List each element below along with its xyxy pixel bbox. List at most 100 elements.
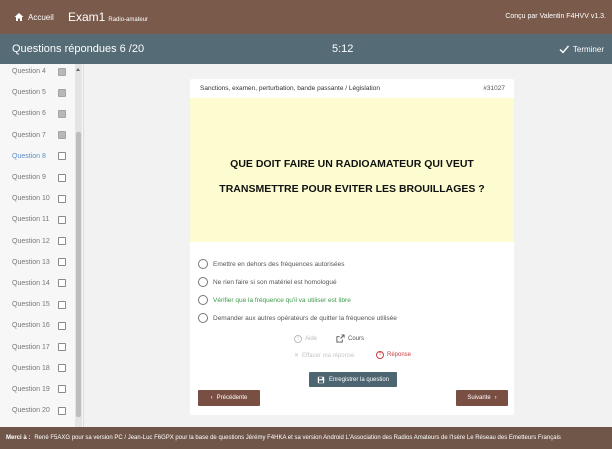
- finish-label: Terminer: [572, 44, 604, 54]
- course-link[interactable]: Cours: [336, 334, 364, 343]
- question-text: QUE DOIT FAIRE UN RADIOAMATEUR QUI VEUT …: [200, 152, 504, 202]
- answer-option-1[interactable]: Emettre en dehors des fréquences autoris…: [198, 255, 498, 273]
- author-credit: Conçu par Valentin F4HVV v1.3.: [505, 13, 606, 20]
- question-status-checkbox: [58, 88, 66, 97]
- question-status-checkbox: [58, 152, 66, 161]
- check-icon: [559, 45, 569, 54]
- question-status-checkbox: [58, 321, 66, 330]
- sidebar-question-label: Question 11: [12, 216, 50, 224]
- answer-text: Ne rien faire si son matériel est homolo…: [213, 278, 337, 286]
- question-status-checkbox: [58, 300, 66, 309]
- chevron-left-icon: ‹: [210, 395, 213, 401]
- save-question-button[interactable]: Enregistrer la question: [309, 372, 397, 387]
- sidebar-question-item[interactable]: Question 18: [0, 358, 74, 379]
- sidebar-question-label: Question 19: [12, 385, 50, 393]
- answer-option-4[interactable]: Demander aux autres opérateurs de quitte…: [198, 309, 498, 327]
- previous-label: Précédente: [216, 395, 248, 401]
- next-button[interactable]: Suivante ›: [456, 390, 508, 406]
- save-icon: [317, 376, 325, 383]
- save-label: Enregistrer la question: [328, 376, 390, 383]
- question-text-line-2: TRANSMETTRE POUR EVITER LES BROUILLAGES …: [219, 183, 485, 195]
- home-link[interactable]: Accueil: [14, 12, 54, 22]
- sidebar-question-label: Question 16: [12, 322, 50, 330]
- radio-button[interactable]: [198, 295, 208, 305]
- sidebar-question-item[interactable]: Question 20: [0, 400, 74, 421]
- question-sidebar: Question 4 Question 5 Question 6 Question 7…: [0, 64, 84, 427]
- question-card: Sanctions, examen, perturbation, bande p…: [190, 79, 514, 415]
- scrollbar-thumb[interactable]: [76, 132, 81, 417]
- show-answer-button[interactable]: ? Réponse: [376, 351, 411, 359]
- question-status-checkbox: [58, 215, 66, 224]
- question-box: QUE DOIT FAIRE UN RADIOAMATEUR QUI VEUT …: [190, 98, 514, 242]
- sidebar-question-item[interactable]: Question 6: [0, 103, 74, 124]
- sidebar-question-item[interactable]: Question 5: [0, 82, 74, 103]
- credits-line: Merci à : René F5AXG pour sa version PC /…: [6, 435, 561, 441]
- previous-button[interactable]: ‹ Précédente: [198, 390, 260, 406]
- question-number: #31027: [483, 85, 505, 92]
- sidebar-question-item[interactable]: Question 11: [0, 209, 74, 230]
- sidebar-question-item[interactable]: Question 7: [0, 125, 74, 146]
- question-status-checkbox: [58, 279, 66, 288]
- answer-list: Emettre en dehors des fréquences autoris…: [198, 255, 498, 327]
- app-subtitle: Radio-amateur: [108, 17, 149, 23]
- status-bar: Questions répondues 6 /20 5:12 Terminer: [0, 34, 612, 64]
- sidebar-question-item[interactable]: Question 9: [0, 167, 74, 188]
- home-label: Accueil: [28, 12, 54, 22]
- course-label: Cours: [348, 335, 365, 342]
- sidebar-question-label: Question 4: [12, 68, 46, 76]
- help-label: Aide: [305, 336, 318, 342]
- answer-option-3[interactable]: Vérifier que la fréquence qu'il va utili…: [198, 291, 498, 309]
- finish-button[interactable]: Terminer: [559, 44, 604, 54]
- sidebar-question-label: Question 12: [12, 237, 50, 245]
- sidebar-question-item[interactable]: Question 13: [0, 252, 74, 273]
- sidebar-question-item[interactable]: Question 17: [0, 336, 74, 357]
- help-button[interactable]: i Aide: [294, 335, 317, 343]
- help-tools: i Aide Cours: [190, 334, 514, 346]
- answer-option-2[interactable]: Ne rien faire si son matériel est homolo…: [198, 273, 498, 291]
- question-status-checkbox: [58, 258, 66, 267]
- sidebar-question-label: Question 15: [12, 301, 50, 309]
- close-icon: ✕: [294, 353, 300, 359]
- sidebar-question-label: Question 20: [12, 407, 50, 415]
- question-status-checkbox: [58, 173, 66, 182]
- sidebar-question-label: Question 9: [12, 174, 46, 182]
- clear-answer-label: Effacer ma réponse: [302, 352, 355, 359]
- question-text-line-1: QUE DOIT FAIRE UN RADIOAMATEUR QUI VEUT: [230, 158, 474, 170]
- question-status-checkbox: [58, 109, 66, 118]
- sidebar-question-item[interactable]: Question 15: [0, 294, 74, 315]
- app-title: Exam1 Radio-amateur: [68, 10, 148, 24]
- answer-text: Demander aux autres opérateurs de quitte…: [213, 314, 397, 322]
- chevron-right-icon: ›: [494, 395, 497, 401]
- question-status-checkbox: [58, 237, 66, 246]
- next-label: Suivante: [467, 395, 491, 401]
- answer-tools: ✕ Effacer ma réponse ? Réponse: [190, 350, 514, 362]
- radio-button[interactable]: [198, 277, 208, 287]
- sidebar-question-item[interactable]: Question 12: [0, 231, 74, 252]
- sidebar-question-label: Question 10: [12, 195, 50, 203]
- question-status-checkbox: [58, 364, 66, 373]
- sidebar-question-label: Question 5: [12, 89, 46, 97]
- question-status-checkbox: [58, 385, 66, 394]
- sidebar-question-item[interactable]: Question 8: [0, 146, 74, 167]
- radio-button[interactable]: [198, 313, 208, 323]
- question-status-checkbox: [58, 406, 66, 415]
- answered-count: Questions répondues 6 /20: [12, 43, 145, 55]
- sidebar-question-item[interactable]: Question 16: [0, 315, 74, 336]
- question-mark-icon: ?: [376, 351, 384, 359]
- sidebar-question-label: Question 14: [12, 279, 50, 287]
- credits-text: René F5AXG pour sa version PC / Jean-Luc…: [34, 435, 561, 441]
- top-bar: Accueil Exam1 Radio-amateur Conçu par Val…: [0, 0, 612, 34]
- sidebar-question-item[interactable]: Question 14: [0, 273, 74, 294]
- clear-answer-button[interactable]: ✕ Effacer ma réponse: [294, 352, 355, 360]
- sidebar-question-label: Question 18: [12, 364, 50, 372]
- sidebar-question-item[interactable]: Question 10: [0, 188, 74, 209]
- radio-button[interactable]: [198, 259, 208, 269]
- question-status-checkbox: [58, 67, 66, 76]
- sidebar-question-label: Question 7: [12, 131, 46, 139]
- answer-text: Emettre en dehors des fréquences autoris…: [213, 260, 345, 268]
- sidebar-question-item[interactable]: Question 4: [0, 64, 74, 82]
- scroll-up-icon[interactable]: [76, 68, 80, 71]
- sidebar-question-item[interactable]: Question 19: [0, 379, 74, 400]
- sidebar-question-label: Question 17: [12, 343, 50, 351]
- question-category: Sanctions, examen, perturbation, bande p…: [200, 85, 380, 92]
